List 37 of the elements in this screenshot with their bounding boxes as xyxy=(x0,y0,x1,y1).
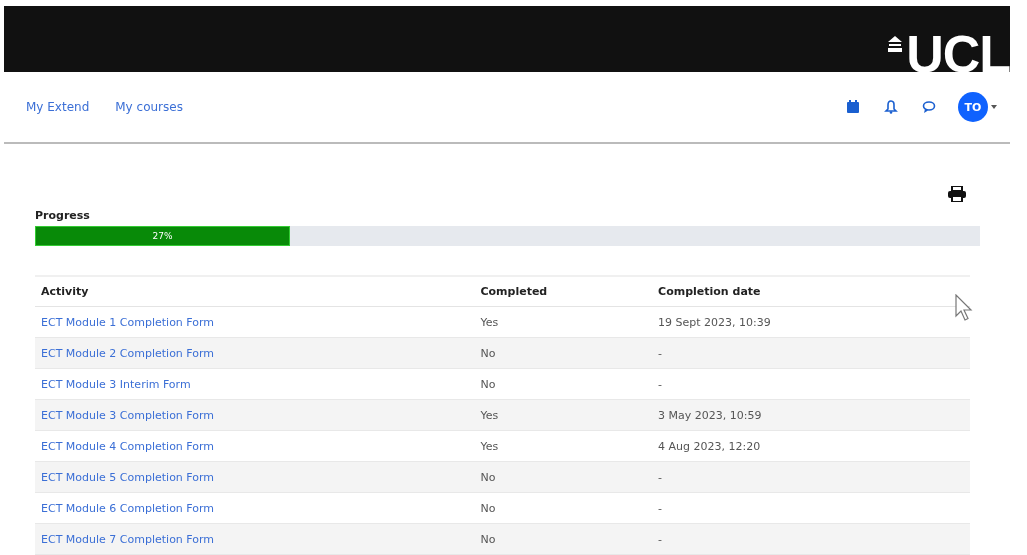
table-cell: - xyxy=(652,492,970,524)
caret-icon[interactable] xyxy=(990,103,998,111)
nav-link[interactable]: My courses xyxy=(115,100,183,114)
calendar-icon[interactable] xyxy=(846,100,860,114)
activity-link[interactable]: ECT Module 4 Completion Form xyxy=(41,439,215,453)
progress-label: Progress xyxy=(35,209,91,222)
logo: UCL xyxy=(906,28,1010,80)
activity-link[interactable]: ECT Module 6 Completion Form xyxy=(41,501,215,515)
table-cell: - xyxy=(652,523,970,555)
table-cell: No xyxy=(474,337,653,369)
table-cell: Yes xyxy=(474,430,653,462)
table-cell: No xyxy=(474,492,653,524)
bell-icon[interactable] xyxy=(884,100,898,114)
column-header: Activity xyxy=(35,276,475,307)
table-cell: 4 Aug 2023, 12:20 xyxy=(652,430,970,462)
table-cell: No xyxy=(474,368,653,400)
activity-link[interactable]: ECT Module 3 Interim Form xyxy=(41,377,191,391)
column-header: Completed xyxy=(474,276,653,307)
table-cell: - xyxy=(652,461,970,493)
activity-link[interactable]: ECT Module 3 Completion Form xyxy=(41,408,215,422)
activity-link[interactable]: ECT Module 2 Completion Form xyxy=(41,346,215,360)
table-cell: No xyxy=(474,523,653,555)
table-cell: 3 May 2023, 10:59 xyxy=(652,399,970,431)
table-cell: - xyxy=(652,368,970,400)
activity-link[interactable]: ECT Module 1 Completion Form xyxy=(41,315,215,329)
table-cell: Yes xyxy=(474,306,653,338)
table-cell: - xyxy=(652,337,970,369)
nav-link[interactable]: My Extend xyxy=(26,100,90,114)
printer-icon[interactable] xyxy=(948,186,966,202)
portico-icon xyxy=(888,36,903,52)
activity-link[interactable]: ECT Module 7 Completion Form xyxy=(41,532,215,546)
chat-icon[interactable] xyxy=(922,100,936,114)
progress-fill: 27% xyxy=(35,226,291,246)
user-avatar[interactable]: TO xyxy=(958,92,988,122)
activity-link[interactable]: ECT Module 5 Completion Form xyxy=(41,470,215,484)
table-cell: No xyxy=(474,461,653,493)
table-cell: Yes xyxy=(474,399,653,431)
